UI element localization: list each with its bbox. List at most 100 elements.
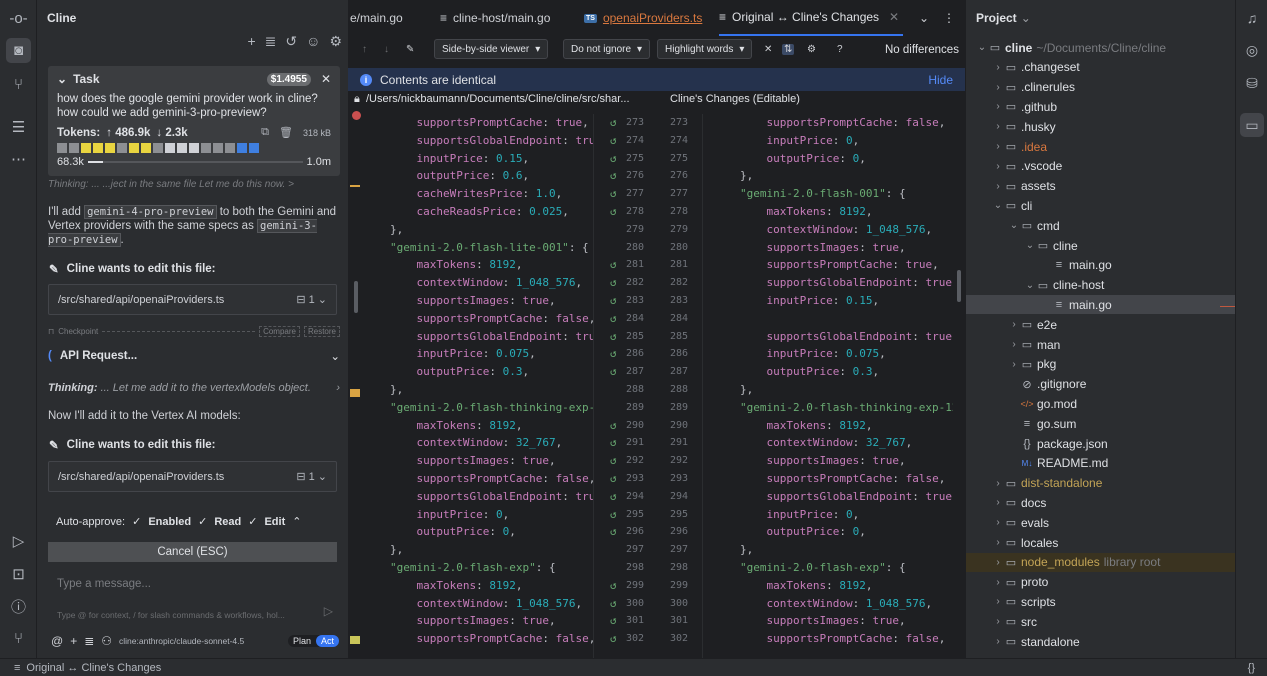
tree-item[interactable]: › ▭ pkg <box>966 355 1236 374</box>
help-icon[interactable]: ? <box>837 44 843 55</box>
tree-item[interactable]: ⌄ ▭ cli <box>966 196 1236 215</box>
close-task-icon[interactable]: ✕ <box>321 72 331 86</box>
tree-item[interactable]: › ▭ .idea <box>966 137 1236 156</box>
tree-chevron-icon[interactable]: › <box>992 596 1004 607</box>
chevron-down-icon[interactable]: ⌄ <box>330 349 340 363</box>
ai-chat-icon[interactable]: ◎ <box>1240 38 1264 62</box>
model-icon[interactable]: ⚇ <box>101 634 112 648</box>
history-marker-icon[interactable]: ↺ <box>610 345 617 363</box>
ignore-dropdown[interactable]: Do not ignore ▾ <box>563 39 651 59</box>
more-tabs-icon[interactable]: ⋮ <box>943 0 955 36</box>
down-arrow-icon[interactable]: ↓ <box>384 44 389 55</box>
act-mode[interactable]: Act <box>315 635 339 647</box>
tree-chevron-icon[interactable]: › <box>992 616 1004 627</box>
tree-chevron-icon[interactable]: › <box>992 557 1004 568</box>
tree-chevron-icon[interactable]: ⌄ <box>1024 280 1036 291</box>
dots-menu-icon[interactable]: -o- <box>6 6 31 31</box>
git-branch-icon[interactable]: ⑂ <box>6 72 31 97</box>
auto-approve-row[interactable]: Auto-approve: ✓ Enabled ✓ Read ✓ Edit ⌃ <box>56 515 336 529</box>
tree-chevron-icon[interactable]: › <box>992 161 1004 172</box>
tree-item[interactable]: ⌄ ▭ cline-host <box>966 276 1236 295</box>
model-selector[interactable]: cline:anthropic/claude-sonnet-4.5 <box>119 636 244 646</box>
plan-mode[interactable]: Plan <box>288 635 316 647</box>
close-tab-icon[interactable]: ✕ <box>889 10 899 24</box>
tree-chevron-icon[interactable]: › <box>992 636 1004 647</box>
viewer-dropdown[interactable]: Side-by-side viewer ▾ <box>434 39 549 59</box>
project-panel-icon[interactable]: ▭ <box>1240 113 1264 137</box>
history-marker-icon[interactable]: ↺ <box>610 630 617 648</box>
tree-chevron-icon[interactable]: › <box>992 478 1004 489</box>
settings-gear-icon[interactable]: ⚙ <box>329 33 342 50</box>
tree-chevron-icon[interactable]: › <box>992 121 1004 132</box>
tab-cline-host-main-go[interactable]: ≡ cline-host/main.go <box>440 0 550 36</box>
collapse-icon[interactable]: ✕ <box>764 44 772 55</box>
history-marker-icon[interactable]: ↺ <box>610 167 617 185</box>
history-marker-icon[interactable]: ↺ <box>610 612 617 630</box>
tree-item[interactable]: › ▭ scripts <box>966 592 1236 611</box>
tree-chevron-icon[interactable]: › <box>992 181 1004 192</box>
history-marker-icon[interactable]: ↺ <box>610 577 617 595</box>
thinking-row[interactable]: Thinking: ... Let me add it to the verte… <box>48 382 340 394</box>
message-input[interactable]: Type a message... Type @ for context, / … <box>48 571 337 627</box>
json-icon[interactable]: {} <box>1248 662 1255 674</box>
terminal-icon[interactable]: ⊡ <box>6 561 31 586</box>
compare-button[interactable]: Compare <box>259 326 300 337</box>
tab-openai-providers[interactable]: TS openaiProviders.ts <box>584 0 702 36</box>
new-task-icon[interactable]: + <box>247 33 255 50</box>
tree-item[interactable]: › ▭ node_modules library root <box>966 552 1236 572</box>
edit-source-icon[interactable]: ✎ <box>406 44 414 55</box>
read-option[interactable]: Read <box>214 516 241 528</box>
status-label[interactable]: Original ↔ Cline's Changes <box>26 662 161 674</box>
tree-item[interactable]: › ▭ dist-standalone <box>966 474 1236 493</box>
history-marker-icon[interactable]: ↺ <box>610 434 617 452</box>
tree-chevron-icon[interactable]: › <box>992 517 1004 528</box>
tree-chevron-icon[interactable]: › <box>1008 339 1020 350</box>
history-marker-icon[interactable]: ↺ <box>610 595 617 613</box>
tree-item[interactable]: › ▭ evals <box>966 513 1236 532</box>
hide-link[interactable]: Hide <box>928 73 953 87</box>
history-marker-icon[interactable]: ↺ <box>610 185 617 203</box>
api-request-row[interactable]: ( API Request... ⌄ <box>48 349 340 363</box>
tree-chevron-icon[interactable]: › <box>992 537 1004 548</box>
left-code-pane[interactable]: supportsPromptCache: true, supportsGloba… <box>348 114 593 658</box>
mcp-icon[interactable]: ≣ <box>84 634 94 648</box>
tree-item[interactable]: › ▭ assets <box>966 177 1236 196</box>
account-icon[interactable]: ☺ <box>306 33 320 50</box>
database-icon[interactable]: ⛁ <box>1240 71 1264 95</box>
right-scrollbar[interactable] <box>957 270 961 302</box>
collapse-chevron-icon[interactable]: ⌄ <box>57 72 67 86</box>
tree-item[interactable]: ⌄ ▭ cline <box>966 236 1236 255</box>
up-arrow-icon[interactable]: ↑ <box>362 44 367 55</box>
history-marker-icon[interactable]: ↺ <box>610 150 617 168</box>
tree-item[interactable]: › ▭ src <box>966 612 1236 631</box>
left-scrollbar[interactable] <box>354 281 358 313</box>
tree-item[interactable]: › ▭ .changeset <box>966 58 1236 77</box>
sync-scroll-icon[interactable]: ⇅ <box>782 44 795 55</box>
history-marker-icon[interactable]: ↺ <box>610 256 617 274</box>
tree-item[interactable]: ≡ go.sum <box>966 414 1236 433</box>
right-code-pane[interactable]: supportsPromptCache: false, inputPrice: … <box>703 114 953 658</box>
history-marker-icon[interactable]: ↺ <box>610 452 617 470</box>
tree-item[interactable]: ≡ main.go <box>966 295 1236 315</box>
tab-diff[interactable]: ≡ Original ↔ Cline's Changes ✕ <box>719 0 904 36</box>
tree-item[interactable]: › ▭ .github <box>966 97 1236 116</box>
tree-chevron-icon[interactable]: ⌄ <box>1008 220 1020 231</box>
notifications-icon[interactable]: ♫ <box>1240 6 1264 30</box>
tree-chevron-icon[interactable]: › <box>992 101 1004 112</box>
tree-item[interactable]: › ▭ .husky <box>966 117 1236 136</box>
git-icon[interactable]: ⑂ <box>6 626 31 651</box>
tab-main-go[interactable]: e/main.go <box>350 0 403 36</box>
tab-list-icon[interactable]: ⌄ <box>919 0 929 36</box>
history-marker-icon[interactable]: ↺ <box>610 363 617 381</box>
history-marker-icon[interactable]: ↺ <box>610 470 617 488</box>
tree-chevron-icon[interactable]: › <box>992 497 1004 508</box>
highlight-dropdown[interactable]: Highlight words ▾ <box>657 39 753 59</box>
tree-chevron-icon[interactable]: ⌄ <box>992 200 1004 211</box>
tree-item[interactable]: M↓ README.md <box>966 454 1236 473</box>
delete-icon[interactable]: 🗑 <box>279 126 293 139</box>
history-marker-icon[interactable]: ↺ <box>610 328 617 346</box>
history-marker-icon[interactable]: ↺ <box>610 417 617 435</box>
tree-item[interactable]: › ▭ standalone <box>966 632 1236 651</box>
history-marker-icon[interactable]: ↺ <box>610 506 617 524</box>
send-icon[interactable]: ▷ <box>324 604 333 618</box>
